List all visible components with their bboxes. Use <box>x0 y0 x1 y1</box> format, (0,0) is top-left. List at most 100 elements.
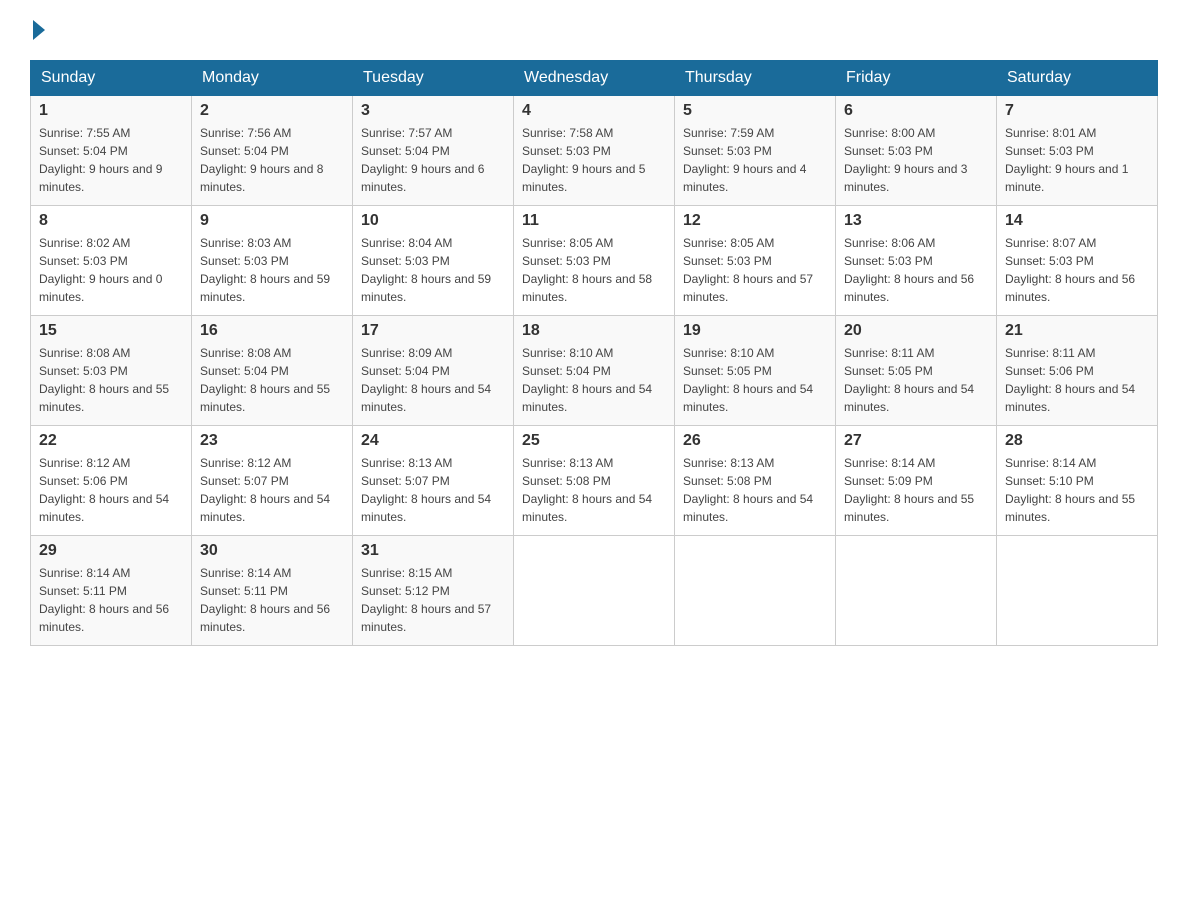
calendar-cell: 28 Sunrise: 8:14 AM Sunset: 5:10 PM Dayl… <box>997 426 1158 536</box>
day-number: 1 <box>39 102 183 120</box>
calendar-cell: 2 Sunrise: 7:56 AM Sunset: 5:04 PM Dayli… <box>192 96 353 206</box>
day-number: 29 <box>39 542 183 560</box>
calendar-cell: 6 Sunrise: 8:00 AM Sunset: 5:03 PM Dayli… <box>836 96 997 206</box>
day-number: 7 <box>1005 102 1149 120</box>
day-number: 9 <box>200 212 344 230</box>
day-info: Sunrise: 8:03 AM Sunset: 5:03 PM Dayligh… <box>200 234 344 306</box>
day-header-wednesday: Wednesday <box>514 61 675 96</box>
calendar-cell: 21 Sunrise: 8:11 AM Sunset: 5:06 PM Dayl… <box>997 316 1158 426</box>
day-number: 15 <box>39 322 183 340</box>
calendar-cell <box>997 536 1158 646</box>
day-info: Sunrise: 8:13 AM Sunset: 5:07 PM Dayligh… <box>361 454 505 526</box>
day-info: Sunrise: 7:57 AM Sunset: 5:04 PM Dayligh… <box>361 124 505 196</box>
day-info: Sunrise: 8:05 AM Sunset: 5:03 PM Dayligh… <box>683 234 827 306</box>
calendar-cell: 4 Sunrise: 7:58 AM Sunset: 5:03 PM Dayli… <box>514 96 675 206</box>
day-info: Sunrise: 8:06 AM Sunset: 5:03 PM Dayligh… <box>844 234 988 306</box>
calendar-cell: 26 Sunrise: 8:13 AM Sunset: 5:08 PM Dayl… <box>675 426 836 536</box>
day-number: 30 <box>200 542 344 560</box>
day-number: 4 <box>522 102 666 120</box>
day-number: 5 <box>683 102 827 120</box>
day-number: 22 <box>39 432 183 450</box>
day-info: Sunrise: 7:58 AM Sunset: 5:03 PM Dayligh… <box>522 124 666 196</box>
day-info: Sunrise: 8:14 AM Sunset: 5:11 PM Dayligh… <box>200 564 344 636</box>
day-number: 10 <box>361 212 505 230</box>
calendar-week-row: 8 Sunrise: 8:02 AM Sunset: 5:03 PM Dayli… <box>31 206 1158 316</box>
day-info: Sunrise: 8:14 AM Sunset: 5:11 PM Dayligh… <box>39 564 183 636</box>
day-info: Sunrise: 8:13 AM Sunset: 5:08 PM Dayligh… <box>683 454 827 526</box>
calendar-cell <box>675 536 836 646</box>
calendar-cell: 29 Sunrise: 8:14 AM Sunset: 5:11 PM Dayl… <box>31 536 192 646</box>
calendar-cell: 19 Sunrise: 8:10 AM Sunset: 5:05 PM Dayl… <box>675 316 836 426</box>
day-info: Sunrise: 8:11 AM Sunset: 5:05 PM Dayligh… <box>844 344 988 416</box>
day-number: 2 <box>200 102 344 120</box>
day-number: 11 <box>522 212 666 230</box>
calendar-week-row: 1 Sunrise: 7:55 AM Sunset: 5:04 PM Dayli… <box>31 96 1158 206</box>
calendar-cell: 12 Sunrise: 8:05 AM Sunset: 5:03 PM Dayl… <box>675 206 836 316</box>
day-number: 21 <box>1005 322 1149 340</box>
day-number: 6 <box>844 102 988 120</box>
day-number: 27 <box>844 432 988 450</box>
day-info: Sunrise: 8:15 AM Sunset: 5:12 PM Dayligh… <box>361 564 505 636</box>
day-info: Sunrise: 8:12 AM Sunset: 5:06 PM Dayligh… <box>39 454 183 526</box>
day-number: 18 <box>522 322 666 340</box>
calendar-week-row: 29 Sunrise: 8:14 AM Sunset: 5:11 PM Dayl… <box>31 536 1158 646</box>
calendar-cell: 7 Sunrise: 8:01 AM Sunset: 5:03 PM Dayli… <box>997 96 1158 206</box>
calendar-cell: 27 Sunrise: 8:14 AM Sunset: 5:09 PM Dayl… <box>836 426 997 536</box>
day-info: Sunrise: 8:07 AM Sunset: 5:03 PM Dayligh… <box>1005 234 1149 306</box>
day-header-monday: Monday <box>192 61 353 96</box>
calendar-cell: 17 Sunrise: 8:09 AM Sunset: 5:04 PM Dayl… <box>353 316 514 426</box>
day-info: Sunrise: 8:10 AM Sunset: 5:05 PM Dayligh… <box>683 344 827 416</box>
day-number: 13 <box>844 212 988 230</box>
day-header-friday: Friday <box>836 61 997 96</box>
calendar-cell: 10 Sunrise: 8:04 AM Sunset: 5:03 PM Dayl… <box>353 206 514 316</box>
day-header-sunday: Sunday <box>31 61 192 96</box>
day-info: Sunrise: 7:55 AM Sunset: 5:04 PM Dayligh… <box>39 124 183 196</box>
day-number: 26 <box>683 432 827 450</box>
calendar-week-row: 22 Sunrise: 8:12 AM Sunset: 5:06 PM Dayl… <box>31 426 1158 536</box>
day-info: Sunrise: 8:00 AM Sunset: 5:03 PM Dayligh… <box>844 124 988 196</box>
logo <box>30 20 45 40</box>
day-info: Sunrise: 8:08 AM Sunset: 5:04 PM Dayligh… <box>200 344 344 416</box>
calendar-cell: 22 Sunrise: 8:12 AM Sunset: 5:06 PM Dayl… <box>31 426 192 536</box>
day-number: 23 <box>200 432 344 450</box>
day-number: 31 <box>361 542 505 560</box>
calendar-cell: 24 Sunrise: 8:13 AM Sunset: 5:07 PM Dayl… <box>353 426 514 536</box>
calendar-cell: 30 Sunrise: 8:14 AM Sunset: 5:11 PM Dayl… <box>192 536 353 646</box>
calendar-cell <box>836 536 997 646</box>
day-number: 25 <box>522 432 666 450</box>
day-info: Sunrise: 8:01 AM Sunset: 5:03 PM Dayligh… <box>1005 124 1149 196</box>
calendar-cell: 18 Sunrise: 8:10 AM Sunset: 5:04 PM Dayl… <box>514 316 675 426</box>
calendar-table: SundayMondayTuesdayWednesdayThursdayFrid… <box>30 60 1158 646</box>
day-info: Sunrise: 7:59 AM Sunset: 5:03 PM Dayligh… <box>683 124 827 196</box>
day-info: Sunrise: 8:05 AM Sunset: 5:03 PM Dayligh… <box>522 234 666 306</box>
calendar-cell: 20 Sunrise: 8:11 AM Sunset: 5:05 PM Dayl… <box>836 316 997 426</box>
day-info: Sunrise: 8:12 AM Sunset: 5:07 PM Dayligh… <box>200 454 344 526</box>
day-number: 28 <box>1005 432 1149 450</box>
calendar-cell: 25 Sunrise: 8:13 AM Sunset: 5:08 PM Dayl… <box>514 426 675 536</box>
day-number: 20 <box>844 322 988 340</box>
calendar-cell: 9 Sunrise: 8:03 AM Sunset: 5:03 PM Dayli… <box>192 206 353 316</box>
day-info: Sunrise: 8:10 AM Sunset: 5:04 PM Dayligh… <box>522 344 666 416</box>
calendar-cell: 14 Sunrise: 8:07 AM Sunset: 5:03 PM Dayl… <box>997 206 1158 316</box>
day-info: Sunrise: 8:14 AM Sunset: 5:10 PM Dayligh… <box>1005 454 1149 526</box>
calendar-cell: 23 Sunrise: 8:12 AM Sunset: 5:07 PM Dayl… <box>192 426 353 536</box>
day-number: 14 <box>1005 212 1149 230</box>
calendar-header-row: SundayMondayTuesdayWednesdayThursdayFrid… <box>31 61 1158 96</box>
day-info: Sunrise: 8:14 AM Sunset: 5:09 PM Dayligh… <box>844 454 988 526</box>
day-info: Sunrise: 8:13 AM Sunset: 5:08 PM Dayligh… <box>522 454 666 526</box>
day-number: 24 <box>361 432 505 450</box>
calendar-cell <box>514 536 675 646</box>
logo-arrow-icon <box>33 20 45 40</box>
calendar-cell: 1 Sunrise: 7:55 AM Sunset: 5:04 PM Dayli… <box>31 96 192 206</box>
calendar-cell: 11 Sunrise: 8:05 AM Sunset: 5:03 PM Dayl… <box>514 206 675 316</box>
calendar-cell: 31 Sunrise: 8:15 AM Sunset: 5:12 PM Dayl… <box>353 536 514 646</box>
day-number: 3 <box>361 102 505 120</box>
day-number: 8 <box>39 212 183 230</box>
page-header <box>30 20 1158 40</box>
day-header-saturday: Saturday <box>997 61 1158 96</box>
day-number: 19 <box>683 322 827 340</box>
day-number: 12 <box>683 212 827 230</box>
calendar-cell: 16 Sunrise: 8:08 AM Sunset: 5:04 PM Dayl… <box>192 316 353 426</box>
calendar-cell: 15 Sunrise: 8:08 AM Sunset: 5:03 PM Dayl… <box>31 316 192 426</box>
day-info: Sunrise: 8:11 AM Sunset: 5:06 PM Dayligh… <box>1005 344 1149 416</box>
